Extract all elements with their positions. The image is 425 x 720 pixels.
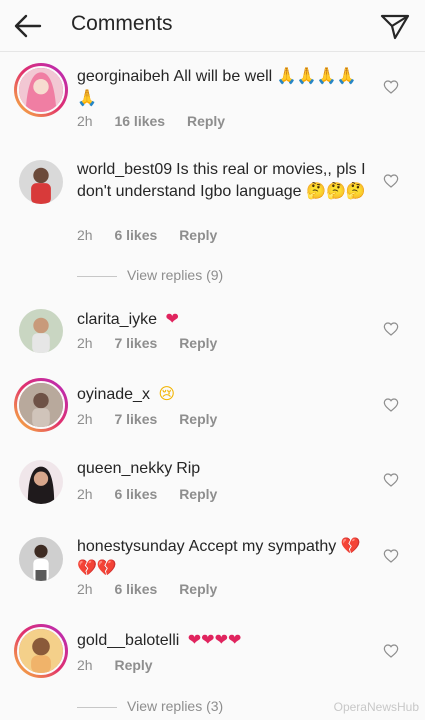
comment-username[interactable]: gold__balotelli [77, 632, 179, 649]
reply-button[interactable]: Reply [179, 411, 217, 427]
comment-text: Rip [176, 460, 201, 477]
heart-icon[interactable] [383, 472, 399, 488]
heart-icon[interactable] [383, 321, 399, 337]
heart-icon[interactable] [383, 397, 399, 413]
back-arrow-icon[interactable] [12, 10, 44, 42]
comment-likes[interactable]: 7 likes [114, 411, 157, 427]
comment-username[interactable]: georginaibeh [77, 68, 170, 85]
reply-button[interactable]: Reply [179, 335, 217, 351]
comment-meta: 2h Reply [77, 657, 171, 673]
reply-button[interactable]: Reply [179, 581, 217, 597]
comment-username[interactable]: queen_nekky [77, 460, 172, 477]
avatar[interactable] [19, 309, 63, 353]
comment-username[interactable]: world_best09 [77, 161, 172, 178]
comment-likes[interactable]: 6 likes [114, 581, 157, 597]
comment-likes[interactable]: 16 likes [114, 113, 165, 129]
reply-button[interactable]: Reply [179, 227, 217, 243]
comment-username[interactable]: honestysunday [77, 538, 185, 555]
heart-icon[interactable] [383, 173, 399, 189]
paper-plane-icon[interactable] [379, 10, 411, 42]
avatar[interactable] [14, 624, 68, 678]
top-bar: Comments [0, 0, 425, 52]
comment-likes[interactable]: 6 likes [114, 227, 157, 243]
avatar[interactable] [19, 160, 63, 204]
comment-text: Accept my sympathy [188, 538, 337, 555]
heart-icon[interactable] [383, 548, 399, 564]
reply-button[interactable]: Reply [179, 486, 217, 502]
comment-likes[interactable]: 6 likes [114, 486, 157, 502]
heart-icon[interactable] [383, 79, 399, 95]
watermark: OperaNewsHub [333, 700, 419, 714]
comment-time: 2h [77, 581, 93, 597]
comment-username[interactable]: oyinade_x [77, 386, 150, 403]
comment-meta: 2h 7 likes Reply [77, 411, 235, 427]
comment-time: 2h [77, 486, 93, 502]
comment-time: 2h [77, 657, 93, 673]
comment-meta: 2h 6 likes Reply [77, 227, 235, 243]
view-replies-link[interactable]: View replies (3) [77, 698, 223, 714]
comment-emoji: 🤔🤔🤔 [306, 181, 366, 200]
comment-meta: 2h 6 likes Reply [77, 486, 235, 502]
reply-button[interactable]: Reply [114, 657, 152, 673]
comment-time: 2h [77, 113, 93, 129]
comment-likes[interactable]: 7 likes [114, 335, 157, 351]
comment-username[interactable]: clarita_iyke [77, 311, 157, 328]
comment-time: 2h [77, 335, 93, 351]
comment-meta: 2h 16 likes Reply [77, 113, 243, 129]
avatar[interactable] [14, 63, 68, 117]
comment-meta: 2h 7 likes Reply [77, 335, 235, 351]
avatar[interactable] [19, 460, 63, 504]
comment-emoji: ❤❤❤❤ [187, 630, 242, 649]
comment-emoji: ❤ [165, 309, 179, 328]
avatar[interactable] [19, 537, 63, 581]
page-title: Comments [71, 12, 173, 35]
comment-time: 2h [77, 227, 93, 243]
avatar[interactable] [14, 378, 68, 432]
reply-button[interactable]: Reply [187, 113, 225, 129]
view-replies-link[interactable]: View replies (9) [77, 267, 223, 283]
comment-text: All will be well [173, 68, 273, 85]
comment-time: 2h [77, 411, 93, 427]
comment-meta: 2h 6 likes Reply [77, 581, 235, 597]
heart-icon[interactable] [383, 643, 399, 659]
comment-emoji: 😢 [158, 384, 176, 403]
